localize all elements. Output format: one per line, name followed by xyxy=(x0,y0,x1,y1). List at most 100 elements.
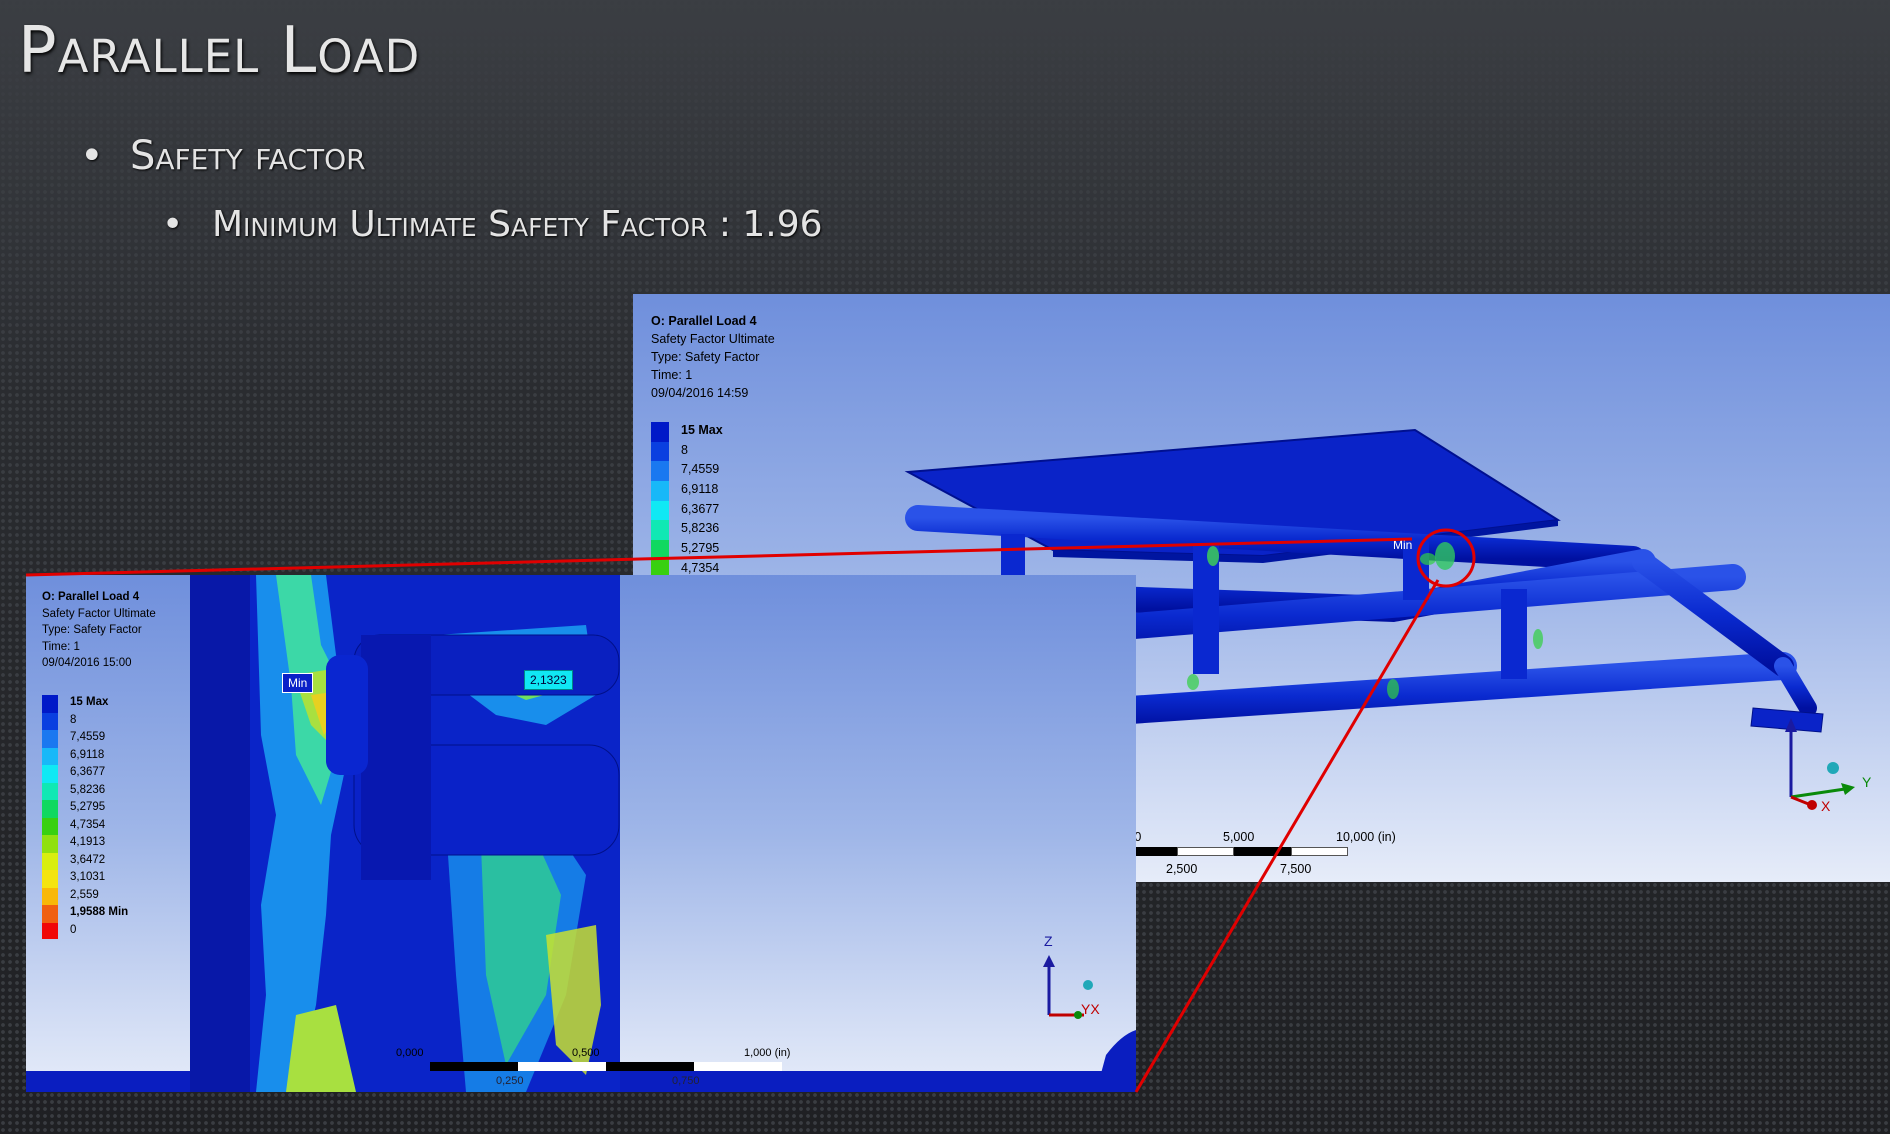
scale-label: 5,000 xyxy=(1223,830,1255,844)
legend-swatch xyxy=(42,695,58,713)
scale-seg xyxy=(1234,847,1291,856)
legend-swatch xyxy=(42,835,58,853)
scale-label: 0,500 xyxy=(572,1047,600,1059)
scale-label: 10,000 (in) xyxy=(1336,830,1396,844)
legend-label: 2,559 xyxy=(70,888,99,901)
legend-label: 5,8236 xyxy=(681,521,720,536)
slide-title: Parallel Load xyxy=(18,14,421,88)
zoom-scale-bar: 0,000 0,500 1,000 (in) 0,250 0,750 xyxy=(396,1047,806,1092)
axis-x-label: X xyxy=(1821,798,1831,814)
zoom-bolt-head xyxy=(326,655,368,775)
result-name: Safety Factor Ultimate xyxy=(651,332,775,346)
legend-label: 5,2795 xyxy=(70,801,106,813)
result-header: O: Parallel Load 4 xyxy=(651,314,757,328)
legend-label: 6,3677 xyxy=(681,501,720,516)
bullet-safety-factor: • Safety factor xyxy=(80,133,366,179)
bullet-dot: • xyxy=(80,133,104,179)
legend-swatch xyxy=(42,922,58,939)
stress-hotspot xyxy=(1420,553,1436,565)
legend-label: 7,4559 xyxy=(681,462,720,477)
legend-swatch xyxy=(651,540,669,560)
legend-swatch xyxy=(42,800,58,818)
scale-seg xyxy=(1177,847,1234,856)
legend-label: 4,1913 xyxy=(70,836,106,848)
legend-label: 1,9588 Min xyxy=(70,906,129,918)
legend-label: 7,4559 xyxy=(70,731,106,743)
legend-label: 4,7354 xyxy=(70,818,106,831)
scale-label: 1,000 (in) xyxy=(744,1047,791,1059)
legend-label: 3,6472 xyxy=(70,853,106,866)
bullet-text: Safety factor xyxy=(130,133,366,179)
legend-label: 6,9118 xyxy=(681,482,719,497)
triad-sphere xyxy=(1827,762,1839,774)
axis-y-label: Y xyxy=(1862,774,1872,790)
axis-z-label: Z xyxy=(1044,933,1053,949)
result-type: Type: Safety Factor xyxy=(651,350,760,364)
legend-swatch xyxy=(42,852,58,870)
triad-sphere xyxy=(1083,980,1093,990)
legend-label: 4,7354 xyxy=(681,560,720,575)
scale-label: 2,500 xyxy=(1166,862,1198,876)
legend-label: 8 xyxy=(681,442,688,457)
legend-label: 6,9118 xyxy=(70,748,105,761)
legend-swatch xyxy=(42,747,58,765)
legend-label: 15 Max xyxy=(70,696,109,708)
legend-swatch xyxy=(651,481,669,501)
stress-hotspot xyxy=(1187,674,1199,690)
value-probe-label: 2,1323 xyxy=(524,670,573,690)
legend-swatch xyxy=(651,520,669,541)
stress-hotspot xyxy=(1387,679,1399,699)
result-header: O: Parallel Load 4 xyxy=(42,591,140,603)
bullet-text: Minimum Ultimate Safety Factor : 1.96 xyxy=(212,204,823,245)
bullet-min-ultimate: • Minimum Ultimate Safety Factor : 1.96 xyxy=(162,204,823,245)
legend-swatch xyxy=(42,817,58,835)
zoom-base-corner xyxy=(1096,1030,1136,1092)
stress-hotspot xyxy=(1207,546,1219,566)
result-time: Time: 1 xyxy=(42,640,80,653)
scale-label: 0,750 xyxy=(672,1075,700,1087)
zoom-fea-view[interactable]: O: Parallel Load 4 Safety Factor Ultimat… xyxy=(26,575,1136,1092)
scale-label: 0,000 xyxy=(396,1047,424,1059)
legend-swatch xyxy=(42,765,58,783)
legend-swatch xyxy=(42,712,58,730)
legend-label: 8 xyxy=(70,713,77,726)
zoom-result-info: O: Parallel Load 4 Safety Factor Ultimat… xyxy=(42,589,156,672)
legend-swatch xyxy=(42,870,58,888)
scale-seg xyxy=(1291,847,1348,856)
post xyxy=(1501,589,1527,679)
stress-hotspot xyxy=(1533,629,1543,649)
legend-label: 15 Max xyxy=(681,423,723,437)
min-probe-label: Min xyxy=(282,673,314,693)
legend-swatch xyxy=(651,500,669,521)
result-date: 09/04/2016 15:00 xyxy=(42,657,132,669)
axis-yx-label: YX xyxy=(1081,1001,1100,1017)
result-type: Type: Safety Factor xyxy=(42,624,142,636)
result-date: 09/04/2016 14:59 xyxy=(651,386,749,400)
legend-swatch xyxy=(42,730,58,748)
pipe-right-leg xyxy=(1774,657,1817,717)
scale-label: 0,250 xyxy=(496,1075,524,1087)
legend-swatch xyxy=(42,782,58,800)
scale-seg xyxy=(694,1062,782,1071)
legend-swatch xyxy=(651,441,669,462)
scale-seg xyxy=(606,1062,694,1071)
min-probe-label: Min xyxy=(1393,538,1413,552)
result-info: O: Parallel Load 4 Safety Factor Ultimat… xyxy=(651,312,775,402)
result-time: Time: 1 xyxy=(651,368,693,382)
scale-seg xyxy=(518,1062,606,1071)
legend-swatch xyxy=(651,422,669,442)
zoom-member-shade xyxy=(190,575,250,1092)
legend-swatch xyxy=(651,461,669,482)
legend-label: 5,2795 xyxy=(681,541,720,556)
zoom-model-render xyxy=(26,575,1136,1092)
scale-label: 7,500 xyxy=(1280,862,1312,876)
scale-bar: 0,000 5,000 10,000 (in) 2,500 7,500 xyxy=(1110,830,1396,880)
axis-y-arrow xyxy=(1841,783,1855,795)
legend-swatch xyxy=(42,887,58,905)
result-name: Safety Factor Ultimate xyxy=(42,607,156,620)
legend-label: 6,3677 xyxy=(70,766,106,778)
legend-label: 5,8236 xyxy=(70,783,106,796)
legend-label: 0 xyxy=(70,923,77,936)
scale-seg xyxy=(430,1062,518,1071)
axis-z-arrow xyxy=(1043,955,1055,967)
